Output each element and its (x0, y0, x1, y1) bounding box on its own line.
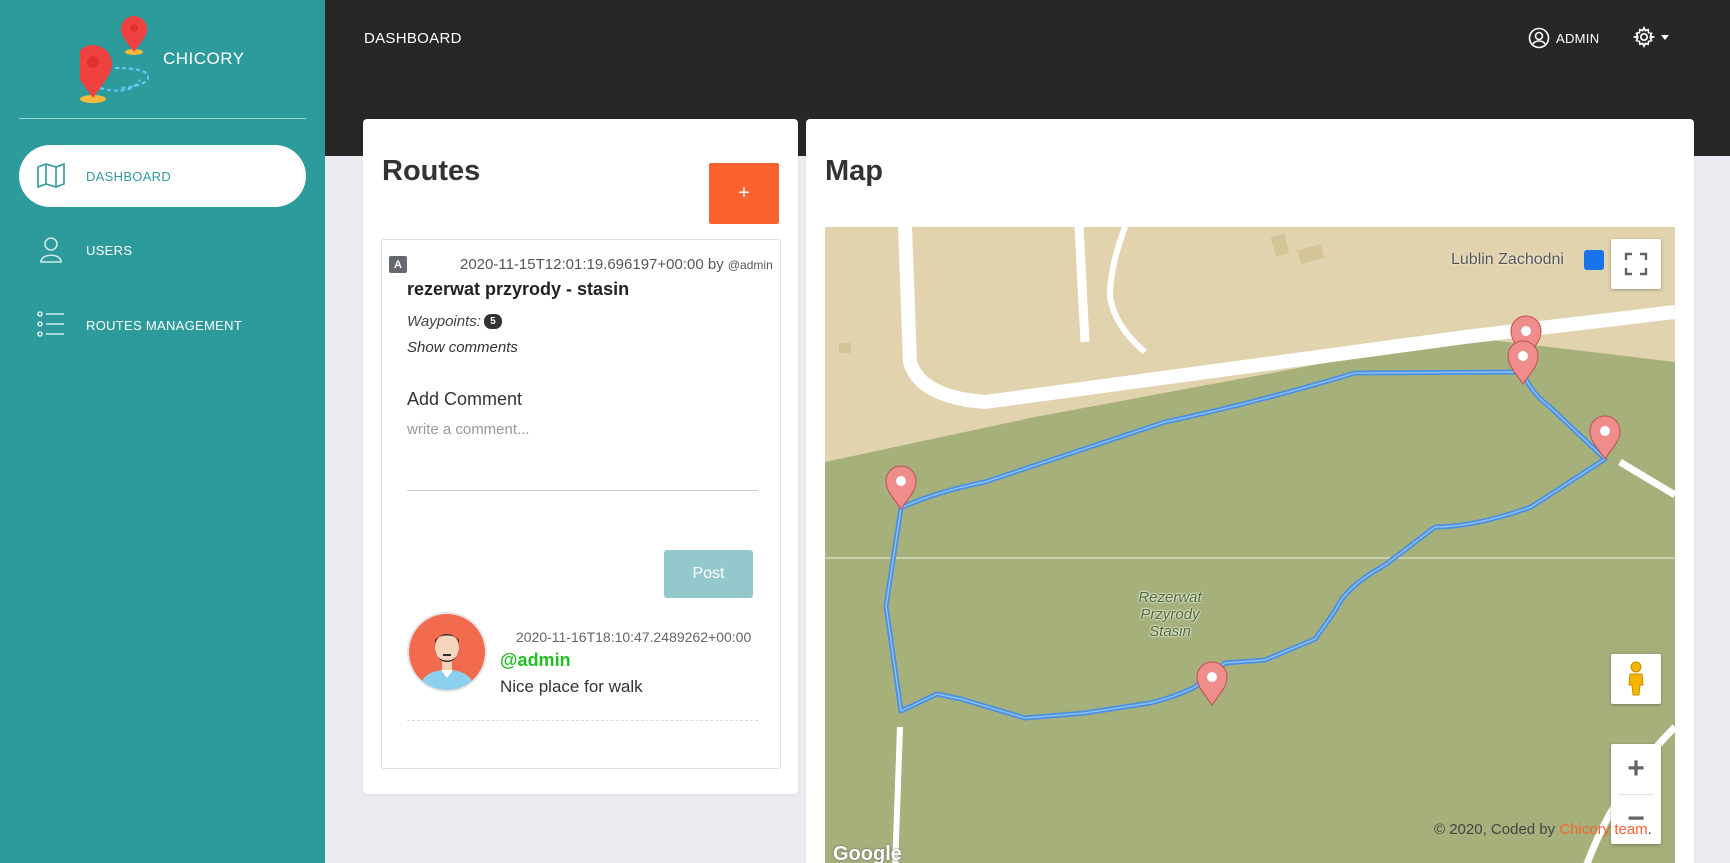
route-timestamp: 2020-11-15T12:01:19.696197+00:00 (460, 256, 704, 273)
chevron-down-icon (1661, 34, 1669, 40)
sidebar-item-dashboard[interactable]: DASHBOARD (19, 145, 306, 207)
footer-credit: © 2020, Coded by Chicory team. (1434, 821, 1652, 838)
fullscreen-icon (1624, 252, 1648, 276)
post-comment-button[interactable]: Post (664, 550, 753, 598)
brand-name: CHICORY (163, 49, 245, 68)
map-icon (36, 160, 66, 190)
sidebar-item-label: ROUTES MANAGEMENT (86, 317, 243, 333)
sidebar-item-label: USERS (86, 242, 133, 258)
user-circle-icon (1528, 27, 1550, 49)
waypoints-info: Waypoints: 5 (407, 313, 502, 330)
station-label: Lublin Zachodni (1451, 251, 1564, 268)
route-badge: A (389, 256, 407, 273)
map-title: Map (825, 155, 883, 187)
route-author: @admin (727, 258, 773, 272)
footer-team-link[interactable]: Chicory team (1559, 821, 1647, 838)
comment-input[interactable] (407, 421, 758, 491)
sidebar-item-label: DASHBOARD (86, 168, 172, 184)
google-logo: Google (833, 843, 902, 863)
page-title: DASHBOARD (364, 30, 462, 47)
park-label: Rezerwat Przyrody Stasin (1138, 589, 1202, 640)
map-view[interactable]: Lublin Zachodni Rezerwat Przyrody Stasin… (825, 227, 1675, 863)
comment-timestamp: 2020-11-16T18:10:47.2489262+00:00 (516, 629, 752, 645)
add-route-button[interactable]: + (709, 163, 779, 224)
map-canvas (825, 227, 1675, 863)
routes-title: Routes (382, 155, 481, 187)
comment-text: Nice place for walk (500, 677, 643, 696)
street-view-button[interactable] (1611, 654, 1661, 704)
route-by-label: by (707, 256, 724, 273)
zoom-in-button[interactable]: + (1611, 745, 1661, 794)
waypoints-label: Waypoints: (407, 313, 481, 330)
route-meta: 2020-11-15T12:01:19.696197+00:00 by @adm… (460, 256, 773, 273)
user-menu[interactable]: ADMIN (1528, 27, 1599, 49)
sidebar-divider (19, 118, 306, 119)
avatar (407, 612, 487, 692)
footer-prefix: © 2020, Coded by (1434, 821, 1556, 838)
fullscreen-button[interactable] (1611, 239, 1661, 289)
sidebar: CHICORY DASHBOARD USERS ROUTES MANAGEMEN… (0, 0, 325, 863)
footer-suffix: . (1647, 821, 1652, 838)
map-card: Map Lublin Zachodni Rezerwat Przyrody St… (806, 119, 1694, 863)
pegman-icon (1628, 661, 1644, 696)
user-icon (36, 234, 66, 264)
sidebar-item-users[interactable]: USERS (19, 219, 306, 281)
routes-card: Routes + A 2020-11-15T12:01:19.696197+00… (363, 119, 798, 794)
settings-dropdown[interactable] (1633, 26, 1669, 48)
comment-author[interactable]: @admin (500, 650, 571, 671)
sidebar-item-routes-management[interactable]: ROUTES MANAGEMENT (19, 294, 306, 356)
user-label: ADMIN (1556, 30, 1600, 46)
show-comments-link[interactable]: Show comments (407, 339, 518, 356)
add-comment-label: Add Comment (407, 389, 523, 409)
route-name: rezerwat przyrody - stasin (407, 279, 630, 299)
comment-divider (407, 720, 758, 721)
train-icon (1584, 250, 1604, 270)
gear-icon (1633, 26, 1655, 48)
waypoints-count-badge: 5 (483, 314, 502, 329)
list-icon (36, 309, 66, 339)
